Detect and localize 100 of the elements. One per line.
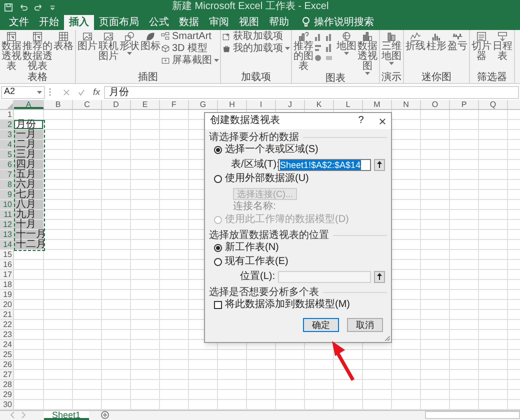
ribbon-button[interactable]: 折线 [405,31,426,73]
ribbon-button[interactable]: 我的加载项 [222,43,290,54]
row-header[interactable]: 13 [0,230,14,239]
column-header[interactable]: A [14,100,44,109]
ribbon-button[interactable]: 推荐的图表 [293,31,314,74]
row-header[interactable]: 6 [0,160,14,169]
collapse-button[interactable] [374,158,385,170]
ribbon-button[interactable]: 盈亏 [447,31,468,73]
radio-button[interactable] [214,258,222,266]
column-header[interactable]: M [363,100,392,109]
column-header[interactable]: I [247,100,276,109]
row-header[interactable]: 20 [0,300,14,309]
column-header[interactable]: G [189,100,218,109]
row-header[interactable]: 11 [0,210,14,219]
ribbon-tab[interactable]: 文件 [4,15,34,30]
ribbon-button[interactable]: 日程表 [492,31,513,73]
radio-button[interactable] [214,244,222,252]
help-button[interactable]: ? [355,116,367,126]
ribbon-button[interactable]: 图片 [77,31,98,73]
ribbon-tab[interactable]: 审阅 [204,15,234,30]
ribbon-button[interactable]: 切片器 [471,31,492,73]
column-header[interactable]: E [131,100,160,109]
sheet-tab[interactable]: Sheet1 [44,411,89,420]
customize-icon[interactable] [49,4,56,10]
row-header[interactable]: 27 [0,370,14,379]
row-header[interactable]: 5 [0,150,14,159]
ribbon-button[interactable]: 推荐的数据透视表 [22,31,53,73]
column-header[interactable]: L [334,100,363,109]
row-header[interactable]: 10 [0,200,14,209]
formula-field[interactable]: 月份 [104,86,519,98]
name-box[interactable]: A2 [1,86,45,98]
row-header[interactable]: 9 [0,190,14,199]
ribbon-button[interactable]: 屏幕截图 [161,55,219,66]
save-icon[interactable] [4,2,13,12]
ribbon-tab[interactable]: 页面布局 [94,15,144,30]
collapse-button[interactable] [374,270,385,282]
row-header[interactable]: 14 [0,240,14,249]
undo-icon[interactable] [19,2,28,12]
ribbon-tab[interactable]: 视图 [234,15,264,30]
ribbon-button[interactable]: SmartArt [161,31,219,42]
dialog-button[interactable]: 确定 [303,318,339,332]
ribbon-button[interactable]: 表格 [53,31,74,73]
column-header[interactable]: O [421,100,450,109]
column-header[interactable]: H [218,100,247,109]
row-header[interactable]: 21 [0,310,14,319]
column-header[interactable]: F [160,100,189,109]
row-header[interactable]: 19 [0,290,14,299]
ribbon-button[interactable]: 形状 [119,31,140,73]
ribbon-button[interactable]: 三维地图 [381,31,402,73]
row-header[interactable]: 15 [0,250,14,259]
row-header[interactable]: 16 [0,260,14,269]
resize-grip-icon[interactable] [385,336,390,341]
redo-icon[interactable] [34,2,43,12]
checkbox[interactable] [214,301,222,309]
ribbon-tab[interactable]: 数据 [174,15,204,30]
column-header[interactable]: N [392,100,421,109]
row-header[interactable]: 3 [0,130,14,139]
column-header[interactable]: D [102,100,131,109]
row-header[interactable]: 30 [0,400,14,409]
row-header[interactable]: 2 [0,120,14,129]
row-header[interactable]: 1 [0,110,14,119]
range-field[interactable]: Sheet1!$A$2:$A$14 [278,158,371,170]
add-sheet-icon[interactable] [100,411,109,419]
radio-button[interactable] [214,175,222,183]
ribbon-button[interactable]: 数据透视表 [1,31,22,73]
ribbon-button[interactable]: 地图 [336,31,357,74]
row-header[interactable]: 28 [0,380,14,389]
radio-button[interactable] [214,146,222,154]
row-header[interactable]: 29 [0,390,14,399]
ribbon-tab[interactable]: 帮助 [264,15,294,30]
ribbon-button[interactable]: 数据透视图 [357,31,378,74]
dialog-button[interactable]: 取消 [347,318,383,332]
ribbon-button[interactable]: 联机图片 [98,31,119,73]
ribbon-button[interactable]: 获取加载项 [222,31,290,42]
column-header[interactable]: C [73,100,102,109]
column-header[interactable]: B [44,100,73,109]
row-header[interactable]: 4 [0,140,14,149]
row-header[interactable]: 24 [0,340,14,349]
row-header[interactable]: 23 [0,330,14,339]
row-header[interactable]: 12 [0,220,14,229]
column-header[interactable]: J [276,100,305,109]
ribbon-button[interactable]: 3D 模型 [161,43,219,54]
row-header[interactable]: 22 [0,320,14,329]
row-header[interactable]: 17 [0,270,14,279]
ribbon-button[interactable]: 图标 [140,31,161,73]
ribbon-tab[interactable]: 开始 [34,15,64,30]
ribbon-button[interactable]: 柱形 [426,31,447,73]
ribbon-tab[interactable]: 公式 [144,15,174,30]
column-header[interactable]: K [305,100,334,109]
insert-function-button[interactable]: fx [93,86,100,98]
cancel-icon[interactable] [63,88,70,96]
column-header[interactable]: P [450,100,479,109]
enter-icon[interactable] [78,88,85,96]
column-header[interactable]: Q [479,100,508,109]
close-icon[interactable] [379,118,386,124]
row-header[interactable]: 26 [0,360,14,369]
row-header[interactable]: 8 [0,180,14,189]
row-header[interactable]: 25 [0,350,14,359]
row-header[interactable]: 7 [0,170,14,179]
horizontal-scrollbar[interactable] [425,411,520,419]
